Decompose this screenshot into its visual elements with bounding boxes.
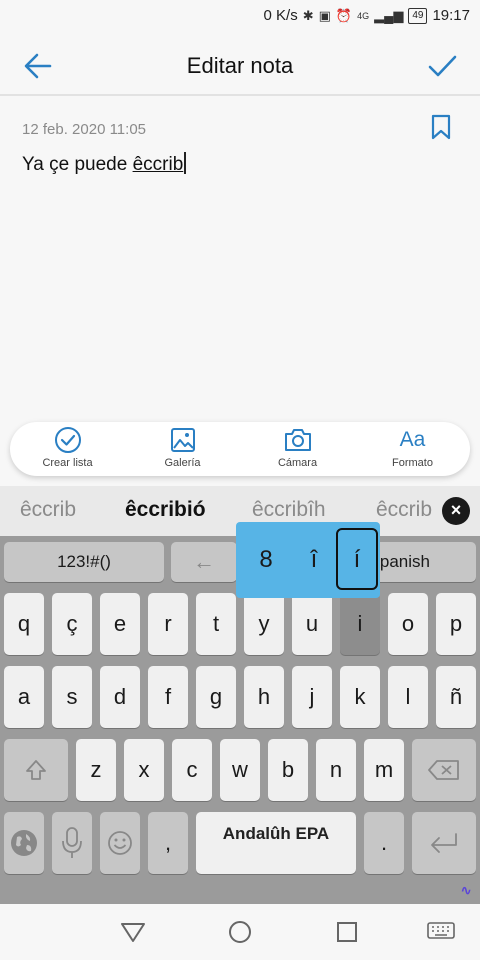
- gallery-label: Galería: [164, 457, 201, 469]
- network-speed: 0 K/s: [263, 7, 298, 24]
- key-n[interactable]: n: [316, 739, 356, 801]
- globe-key[interactable]: [4, 812, 44, 874]
- note-text[interactable]: Ya çe puede êccrib: [22, 152, 186, 176]
- bookmark-icon[interactable]: [430, 114, 452, 140]
- language-left-arrow-key[interactable]: ←: [171, 542, 237, 582]
- key-g[interactable]: g: [196, 666, 236, 728]
- nfc-icon: ▣: [318, 7, 331, 23]
- space-key-label: Andalûh EPA: [222, 824, 330, 843]
- key-w[interactable]: w: [220, 739, 260, 801]
- create-list-button[interactable]: Crear lista: [10, 422, 125, 476]
- key-t[interactable]: t: [196, 593, 236, 655]
- shift-icon: [26, 760, 46, 780]
- note-text-plain: Ya çe puede: [22, 154, 133, 175]
- key-j[interactable]: j: [292, 666, 332, 728]
- camera-button[interactable]: Cámara: [240, 422, 355, 476]
- key-k[interactable]: k: [340, 666, 380, 728]
- key-c-cedilla[interactable]: ç: [52, 593, 92, 655]
- note-text-composing: êccrib: [132, 154, 184, 175]
- page-title: Editar nota: [186, 53, 294, 78]
- camera-icon: [283, 427, 313, 453]
- key-f[interactable]: f: [148, 666, 188, 728]
- gallery-button[interactable]: Galería: [125, 422, 240, 476]
- key-n-tilde[interactable]: ñ: [436, 666, 476, 728]
- key-b[interactable]: b: [268, 739, 308, 801]
- network-type: 4G: [357, 10, 370, 21]
- shift-key[interactable]: [4, 739, 68, 801]
- nav-home-icon[interactable]: [225, 918, 255, 946]
- app-header: Editar nota: [0, 34, 480, 96]
- key-q[interactable]: q: [4, 593, 44, 655]
- key-i[interactable]: i: [340, 593, 380, 655]
- suggestion-4[interactable]: êccrib: [376, 498, 432, 522]
- period-key[interactable]: .: [364, 812, 404, 874]
- check-circle-icon: [53, 427, 83, 453]
- alarm-icon: ⏰: [335, 7, 353, 23]
- key-h[interactable]: h: [244, 666, 284, 728]
- space-key[interactable]: Andalûh EPA: [196, 812, 356, 874]
- key-r[interactable]: r: [148, 593, 188, 655]
- key-s[interactable]: s: [52, 666, 92, 728]
- signal-icon: ▂▄▆: [374, 7, 404, 23]
- key-d[interactable]: d: [100, 666, 140, 728]
- format-button[interactable]: Aa Formato: [355, 422, 470, 476]
- suggestion-3[interactable]: êccribîh: [252, 498, 326, 522]
- key-e[interactable]: e: [100, 593, 140, 655]
- save-check-icon[interactable]: [426, 50, 458, 82]
- key-a[interactable]: a: [4, 666, 44, 728]
- key-c[interactable]: c: [172, 739, 212, 801]
- popup-option-8[interactable]: 8: [246, 546, 286, 574]
- key-u[interactable]: u: [292, 593, 332, 655]
- bluetooth-icon: ✱: [302, 7, 314, 23]
- text-cursor: [184, 152, 186, 174]
- key-l[interactable]: l: [388, 666, 428, 728]
- smiley-icon: [108, 831, 132, 855]
- status-bar: 0 K/s ✱ ▣ ⏰ 4G ▂▄▆ 49 19:17: [0, 0, 480, 34]
- note-date: 12 feb. 2020 11:05: [22, 121, 146, 138]
- suggestion-1[interactable]: êccrib: [20, 498, 76, 522]
- create-list-label: Crear lista: [42, 457, 93, 469]
- nav-back-icon[interactable]: [118, 918, 148, 946]
- backspace-key[interactable]: [412, 739, 476, 801]
- nav-recents-icon[interactable]: [332, 918, 362, 946]
- key-o[interactable]: o: [388, 593, 428, 655]
- backspace-icon: [428, 760, 459, 780]
- image-icon: [168, 427, 198, 453]
- suggestion-2[interactable]: êccribió: [125, 498, 206, 522]
- key-m[interactable]: m: [364, 739, 404, 801]
- swype-logo-icon: ∿: [460, 882, 472, 898]
- key-z[interactable]: z: [76, 739, 116, 801]
- note-toolbar: Crear lista Galería Cámara Aa Formato: [10, 422, 470, 476]
- key-y[interactable]: y: [244, 593, 284, 655]
- globe-icon: [11, 830, 37, 856]
- key-p[interactable]: p: [436, 593, 476, 655]
- key-x[interactable]: x: [124, 739, 164, 801]
- comma-key[interactable]: ,: [148, 812, 188, 874]
- voice-key[interactable]: [52, 812, 92, 874]
- microphone-icon: [62, 827, 82, 858]
- format-label: Formato: [392, 457, 433, 469]
- nav-keyboard-icon[interactable]: [426, 918, 456, 946]
- emoji-key[interactable]: [100, 812, 140, 874]
- popup-option-i-circumflex[interactable]: î: [294, 546, 334, 574]
- popup-selection-frame: [336, 528, 378, 590]
- navigation-bar: [0, 904, 480, 960]
- enter-key[interactable]: [412, 812, 476, 874]
- enter-icon: [431, 833, 457, 853]
- camera-label: Cámara: [277, 457, 318, 469]
- clock: 19:17: [432, 7, 470, 24]
- accent-popup: 8 î í: [236, 522, 380, 598]
- close-suggestions-icon[interactable]: ×: [442, 497, 470, 525]
- format-text-icon: Aa: [399, 428, 426, 451]
- battery-icon: 49: [408, 7, 428, 24]
- symbols-key[interactable]: 123!#(): [4, 542, 164, 582]
